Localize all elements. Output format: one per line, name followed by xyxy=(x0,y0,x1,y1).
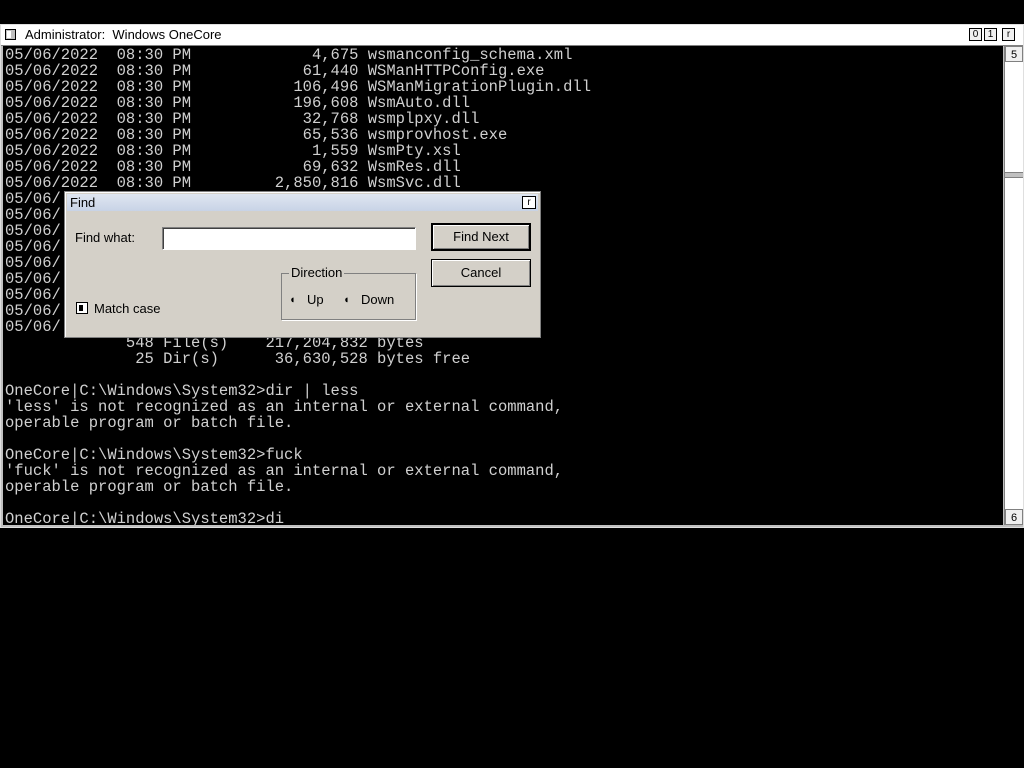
console-line: 05/06/ xyxy=(5,222,61,240)
up-radio-label[interactable]: Up xyxy=(307,292,324,307)
scroll-up-arrow-icon[interactable]: 5 xyxy=(1005,46,1023,62)
down-radio-icon[interactable]: ◖ xyxy=(343,294,350,306)
title-bar[interactable]: Administrator: Windows OneCore 0 1 r xyxy=(1,25,1023,46)
console-line: 05/06/ xyxy=(5,286,61,304)
cancel-button[interactable]: Cancel xyxy=(431,259,531,287)
console-line: 25 Dir(s) 36,630,528 bytes free xyxy=(5,350,471,368)
direction-label: Direction xyxy=(289,265,345,280)
close-button[interactable]: r xyxy=(1002,28,1015,41)
scroll-thumb[interactable] xyxy=(1005,172,1023,178)
down-radio-label[interactable]: Down xyxy=(361,292,394,307)
console-line: 05/06/ xyxy=(5,254,61,272)
console-line: 05/06/ xyxy=(5,318,61,336)
console-line: OneCore|C:\Windows\System32>di xyxy=(5,510,285,525)
match-case-checkbox[interactable] xyxy=(76,302,88,314)
console-line: 05/06/2022 08:30 PM 69,632 WsmRes.dll xyxy=(5,158,461,176)
minimize-button[interactable]: 0 xyxy=(969,28,982,41)
console-line: 05/06/2022 08:30 PM 196,608 WsmAuto.dll xyxy=(5,94,471,112)
console-line: 05/06/ xyxy=(5,190,61,208)
up-radio-icon[interactable]: ◖ xyxy=(289,294,296,306)
match-case-label[interactable]: Match case xyxy=(94,301,160,316)
console-line: 05/06/2022 08:30 PM 61,440 WSManHTTPConf… xyxy=(5,62,545,80)
console-line: 05/06/2022 08:30 PM 32,768 wsmplpxy.dll xyxy=(5,110,480,128)
console-line: 05/06/2022 08:30 PM 2,850,816 WsmSvc.dll xyxy=(5,174,461,192)
console-line: 05/06/2022 08:30 PM 1,559 WsmPty.xsl xyxy=(5,142,461,160)
console-line: 'less' is not recognized as an internal … xyxy=(5,398,564,416)
console-line: 05/06/2022 08:30 PM 65,536 wsmprovhost.e… xyxy=(5,126,508,144)
window-title: Administrator: Windows OneCore xyxy=(25,27,222,42)
console-line: operable program or batch file. xyxy=(5,414,294,432)
direction-groupbox: Direction ◖ Up ◖ Down xyxy=(281,265,416,320)
console-line: OneCore|C:\Windows\System32>dir | less xyxy=(5,382,359,400)
console-line: 05/06/2022 08:30 PM 106,496 WSManMigrati… xyxy=(5,78,591,96)
find-dialog-titlebar[interactable]: Find r xyxy=(67,194,538,211)
console-line: operable program or batch file. xyxy=(5,478,294,496)
console-line: 05/06/ xyxy=(5,302,61,320)
console-line: OneCore|C:\Windows\System32>fuck xyxy=(5,446,303,464)
console-line: 05/06/ xyxy=(5,206,61,224)
vertical-scrollbar[interactable]: 5 6 xyxy=(1004,46,1023,525)
console-app-icon xyxy=(5,29,16,40)
scroll-down-arrow-icon[interactable]: 6 xyxy=(1005,509,1023,525)
find-next-button[interactable]: Find Next xyxy=(431,223,531,251)
find-dialog-title: Find xyxy=(70,195,96,210)
find-dialog-close-button[interactable]: r xyxy=(522,196,536,209)
console-line: 'fuck' is not recognized as an internal … xyxy=(5,462,564,480)
console-line: 05/06/2022 08:30 PM 4,675 wsmanconfig_sc… xyxy=(5,46,573,64)
find-dialog: Find r Find what: Find Next Cancel Direc… xyxy=(64,191,541,338)
find-what-input[interactable] xyxy=(162,227,416,250)
maximize-button[interactable]: 1 xyxy=(984,28,997,41)
find-what-label: Find what: xyxy=(75,230,135,245)
